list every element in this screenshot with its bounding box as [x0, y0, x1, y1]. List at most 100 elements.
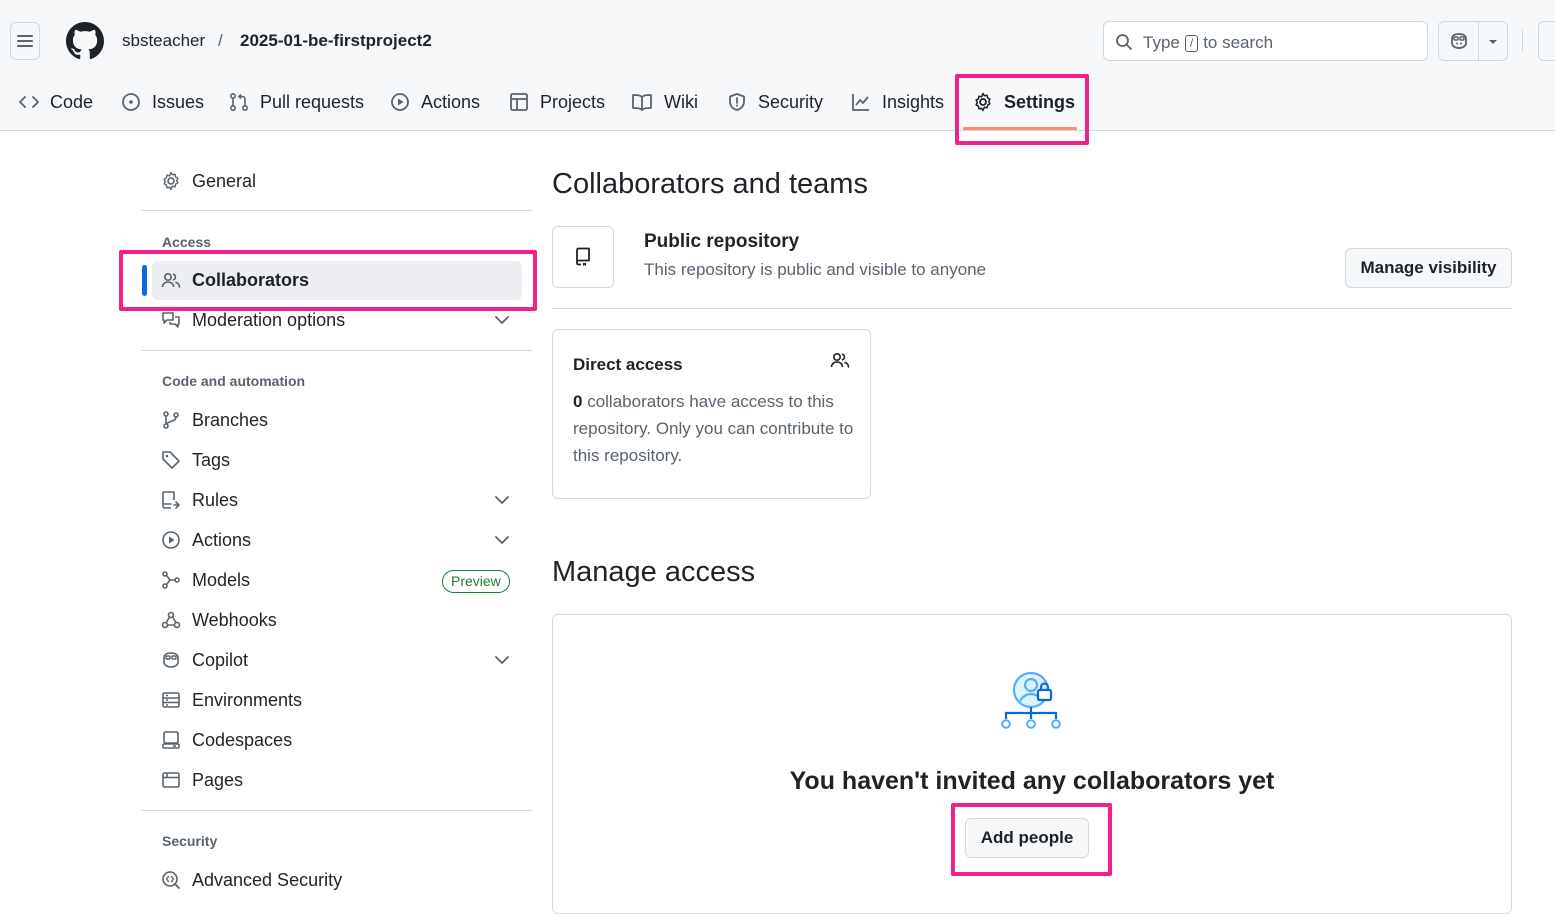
- search-placeholder: Type / to search: [1143, 33, 1273, 53]
- tab-label: Issues: [152, 91, 205, 112]
- sidebar-item-label: Rules: [192, 489, 239, 510]
- sidebar-heading-access: Access: [162, 234, 212, 250]
- tag-icon: [162, 451, 180, 469]
- sidebar-item-models[interactable]: Models: [161, 566, 250, 594]
- sidebar-item-label: Branches: [192, 409, 269, 430]
- empty-state-title: You haven't invited any collaborators ye…: [789, 767, 1275, 795]
- code-icon: [19, 96, 39, 108]
- direct-access-text: 0 collaborators have access to this repo…: [573, 388, 863, 469]
- page-title: Collaborators and teams: [552, 168, 868, 200]
- repo-name-link[interactable]: 2025-01-be-firstproject2: [240, 31, 432, 51]
- sidebar-item-label: Advanced Security: [192, 869, 343, 890]
- codespaces-icon: [162, 731, 180, 749]
- sidebar-item-label: Pages: [192, 769, 244, 790]
- play-icon: [162, 531, 180, 549]
- people-icon: [830, 352, 850, 368]
- sidebar-item-actions[interactable]: Actions: [161, 526, 251, 554]
- sidebar-item-label: General: [192, 170, 257, 191]
- public-repo-description: This repository is public and visible to…: [644, 260, 987, 279]
- codescan-icon: [162, 871, 180, 889]
- tab-label: Insights: [882, 91, 945, 112]
- sidebar-item-general[interactable]: General: [161, 167, 256, 195]
- breadcrumb-separator: /: [218, 31, 223, 50]
- webhook-icon: [161, 611, 181, 629]
- chevron-down-icon[interactable]: [494, 654, 510, 666]
- sidebar-item-rules[interactable]: Rules: [161, 486, 238, 514]
- copilot-icon: [163, 652, 179, 668]
- tab-insights[interactable]: Insights: [851, 88, 944, 116]
- tab-label: Actions: [421, 91, 481, 112]
- sidebar-item-label: Codespaces: [192, 729, 293, 750]
- header-divider: [1522, 30, 1523, 52]
- menu-button[interactable]: [10, 22, 40, 60]
- pull-request-icon: [229, 92, 249, 112]
- sidebar-item-label: Environments: [192, 689, 303, 710]
- git-branch-icon: [163, 411, 179, 429]
- models-icon: [162, 571, 180, 589]
- tab-actions[interactable]: Actions: [390, 88, 480, 116]
- chevron-down-icon[interactable]: [494, 534, 510, 546]
- tab-security[interactable]: Security: [727, 88, 823, 116]
- tab-code[interactable]: Code: [19, 88, 93, 116]
- chevron-down-icon[interactable]: [494, 494, 510, 506]
- repo-push-icon: [162, 491, 181, 509]
- sidebar-item-label: Tags: [192, 449, 231, 470]
- table-icon: [510, 93, 528, 111]
- sidebar-item-advanced-security[interactable]: Advanced Security: [161, 866, 342, 894]
- play-icon: [391, 93, 409, 111]
- github-logo-icon[interactable]: [66, 22, 104, 60]
- collaborators-illustration-icon: [1001, 671, 1061, 729]
- sidebar-divider: [141, 350, 532, 351]
- repo-icon-box: [552, 226, 614, 288]
- sidebar-item-environments[interactable]: Environments: [161, 686, 302, 714]
- direct-access-title: Direct access: [573, 355, 683, 374]
- gear-icon: [163, 171, 179, 191]
- tab-wiki[interactable]: Wiki: [631, 88, 698, 116]
- add-people-highlight: [951, 803, 1112, 876]
- tab-label: Wiki: [664, 91, 698, 112]
- section-divider: [552, 308, 1512, 309]
- shield-icon: [729, 93, 745, 111]
- collaborators-highlight: [119, 250, 537, 311]
- sidebar-item-pages[interactable]: Pages: [161, 766, 243, 794]
- tab-label: Code: [50, 91, 94, 112]
- server-icon: [162, 692, 180, 708]
- tab-label: Pull requests: [260, 91, 365, 112]
- tab-projects[interactable]: Projects: [509, 88, 605, 116]
- search-input[interactable]: Type / to search: [1103, 21, 1428, 61]
- direct-access-card: Direct access 0 collaborators have acces…: [552, 329, 871, 499]
- copilot-button[interactable]: [1438, 21, 1508, 61]
- manage-access-title: Manage access: [552, 556, 756, 588]
- tab-label: Security: [758, 91, 824, 112]
- graph-icon: [852, 94, 869, 111]
- sidebar-item-tags[interactable]: Tags: [161, 446, 230, 474]
- manage-visibility-button[interactable]: Manage visibility: [1345, 248, 1512, 288]
- sidebar-item-label: Copilot: [192, 649, 249, 670]
- comment-discussion-icon: [162, 312, 180, 328]
- tab-pull-requests[interactable]: Pull requests: [229, 88, 364, 116]
- sidebar-item-label: Moderation options: [192, 309, 346, 330]
- sidebar-item-branches[interactable]: Branches: [161, 406, 268, 434]
- tab-label: Projects: [540, 91, 606, 112]
- repo-header: sbsteacher / 2025-01-be-firstproject2 Ty…: [0, 0, 1555, 131]
- repo-owner-link[interactable]: sbsteacher: [122, 31, 205, 51]
- sidebar-item-webhooks[interactable]: Webhooks: [161, 606, 277, 634]
- sidebar-item-label: Actions: [192, 529, 252, 550]
- sidebar-heading-code-automation: Code and automation: [162, 373, 306, 389]
- caret-down-icon[interactable]: [1487, 37, 1499, 47]
- chevron-down-icon[interactable]: [494, 314, 510, 326]
- copilot-icon: [1451, 33, 1467, 49]
- public-repo-title: Public repository: [644, 231, 800, 252]
- create-new-button[interactable]: [1538, 21, 1555, 61]
- tab-issues[interactable]: Issues: [121, 88, 204, 116]
- sidebar-heading-security: Security: [162, 833, 218, 849]
- sidebar-item-label: Webhooks: [192, 609, 277, 630]
- sidebar-item-codespaces[interactable]: Codespaces: [161, 726, 292, 754]
- sidebar-item-label: Models: [192, 569, 251, 590]
- collaborator-count: 0: [573, 392, 583, 411]
- hamburger-icon: [17, 35, 33, 47]
- sidebar-item-copilot[interactable]: Copilot: [161, 646, 248, 674]
- search-prefix: Type: [1143, 33, 1180, 52]
- book-icon: [632, 94, 652, 111]
- button-divider: [1478, 22, 1479, 60]
